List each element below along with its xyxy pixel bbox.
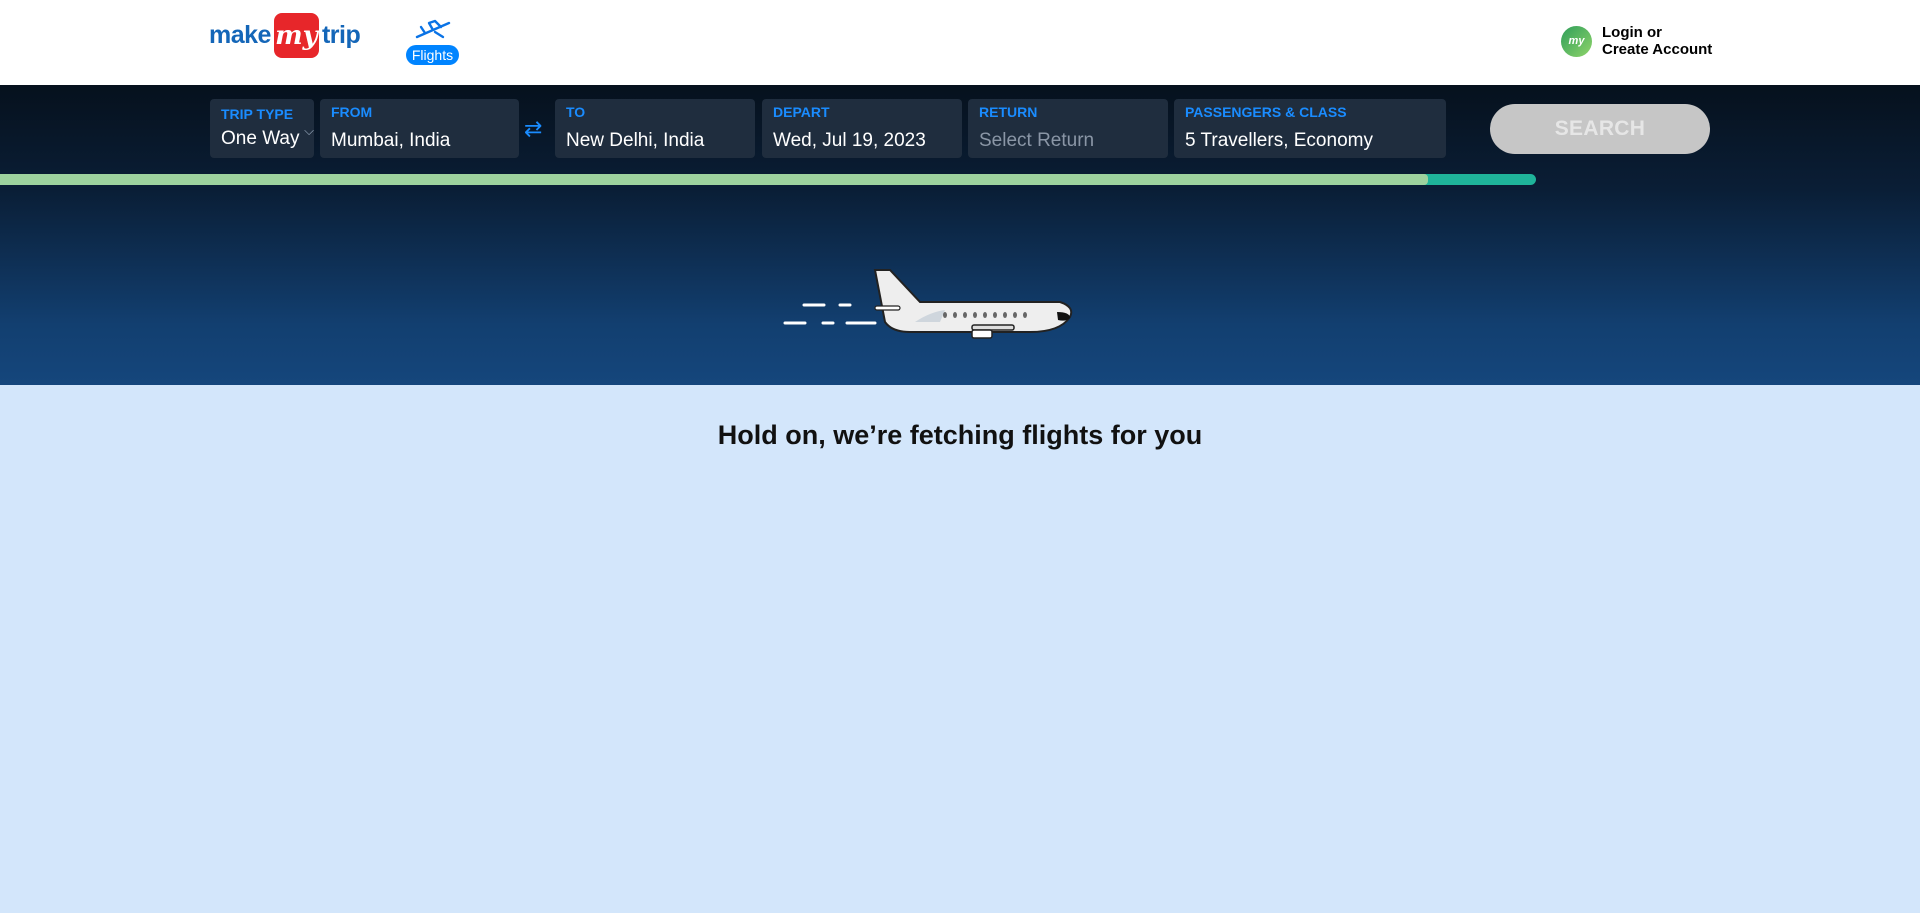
return-label: RETURN: [979, 104, 1038, 120]
depart-label: DEPART: [773, 104, 830, 120]
account-text: Login or Create Account: [1602, 24, 1712, 58]
create-account-label: Create Account: [1602, 41, 1713, 58]
passengers-class-field[interactable]: PASSENGERS & CLASS 5 Travellers, Economy: [1174, 99, 1446, 158]
depart-field[interactable]: DEPART Wed, Jul 19, 2023: [762, 99, 962, 158]
airplane-icon: [415, 19, 450, 39]
loading-progress-fill: [0, 174, 1429, 185]
trip-type-value: One Way: [221, 128, 300, 149]
logo-make: make: [209, 21, 271, 49]
makemytrip-logo[interactable]: make my trip: [209, 13, 361, 58]
loading-message: Hold on, we’re fetching flights for you: [717, 420, 1203, 450]
return-field[interactable]: RETURN Select Return: [968, 99, 1168, 158]
logo-trip: trip: [321, 21, 361, 49]
trip-type-label: TRIP TYPE: [221, 106, 294, 122]
search-button[interactable]: SEARCH: [1490, 104, 1710, 154]
to-value: New Delhi, India: [566, 130, 705, 151]
nav-flights[interactable]: Flights: [404, 17, 461, 71]
header: make my trip Flights my Login or Create …: [0, 0, 1920, 85]
airplane-illustration: [783, 269, 1073, 339]
login-label: Login or: [1602, 24, 1662, 41]
login-create-account[interactable]: my Login or Create Account: [1561, 24, 1712, 58]
to-field[interactable]: TO New Delhi, India: [555, 99, 755, 158]
to-label: TO: [566, 104, 586, 120]
account-avatar: my: [1561, 25, 1592, 57]
loading-progress-bar: [0, 174, 1536, 185]
logo-my: my: [273, 13, 319, 58]
from-label: FROM: [331, 104, 373, 120]
nav-flights-label: Flights: [405, 45, 460, 65]
swap-icon[interactable]: ⇄: [524, 116, 542, 142]
trip-type-select[interactable]: TRIP TYPE One Way ⌵: [210, 99, 314, 158]
passengers-class-label: PASSENGERS & CLASS: [1185, 104, 1347, 120]
depart-value: Wed, Jul 19, 2023: [773, 130, 926, 151]
return-placeholder: Select Return: [979, 130, 1095, 151]
from-field[interactable]: FROM Mumbai, India: [320, 99, 519, 158]
chevron-down-icon: ⌵: [304, 123, 314, 138]
from-value: Mumbai, India: [331, 130, 451, 151]
passengers-class-value: 5 Travellers, Economy: [1185, 130, 1373, 151]
